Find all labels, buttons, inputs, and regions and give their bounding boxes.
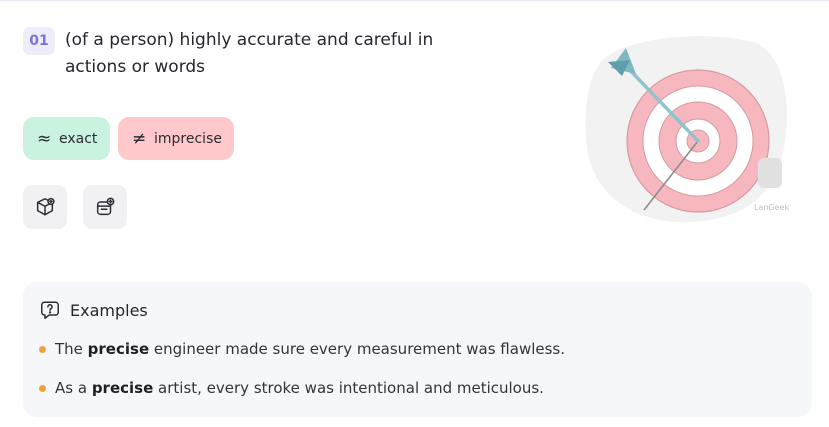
synonym-chip[interactable]: ≈ exact [23, 117, 110, 160]
antonym-word: imprecise [154, 130, 222, 147]
bullet-dot [39, 384, 46, 392]
definition-text: (of a person) highly accurate and carefu… [65, 30, 434, 77]
not-equal-icon: ≠ [132, 128, 147, 149]
examples-header: Examples [39, 299, 148, 321]
examples-title: Examples [70, 300, 148, 320]
cube-icon [36, 197, 55, 216]
3d-view-button[interactable] [23, 185, 67, 229]
definition-number: 01 [23, 27, 55, 55]
antonym-chip[interactable]: ≠ imprecise [118, 117, 234, 160]
question-bubble-icon [41, 301, 59, 319]
synonym-word: exact [59, 130, 98, 147]
keyword-highlight: precise [87, 340, 150, 358]
top-divider [0, 0, 829, 1]
bullet-dot [39, 345, 46, 353]
example-text: As a precise artist, every stroke was in… [55, 379, 544, 397]
example-text: The precise engineer made sure every mea… [55, 340, 566, 358]
target-arrow-illustration: LanGeek [585, 36, 789, 223]
keyword-highlight: precise [91, 379, 154, 397]
watermark-text: LanGeek [754, 203, 789, 212]
example-sentence: The precise engineer made sure every mea… [39, 340, 565, 358]
examples-panel: Examples The precise engineer made sure … [23, 282, 812, 417]
flashcard-add-icon [96, 197, 115, 216]
add-flashcard-button[interactable] [83, 185, 127, 229]
example-sentence: As a precise artist, every stroke was in… [39, 379, 544, 397]
approx-equal-icon: ≈ [37, 128, 52, 149]
